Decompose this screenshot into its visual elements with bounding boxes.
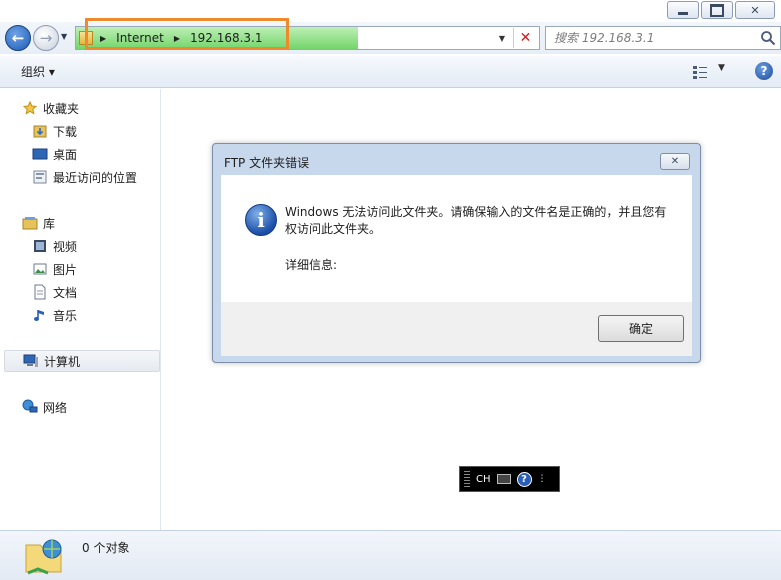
back-button[interactable]: ← — [5, 25, 31, 51]
address-highlight-box — [85, 18, 289, 50]
music-icon — [32, 307, 48, 323]
ime-options-icon[interactable]: ⋮ — [538, 474, 547, 484]
stop-loading-button[interactable]: ✕ — [513, 28, 537, 48]
nav-libraries-label: 库 — [43, 216, 56, 231]
ime-language-indicator[interactable]: CH — [476, 474, 491, 485]
ok-button[interactable]: 确定 — [598, 315, 684, 342]
nav-recent-places-label: 最近访问的位置 — [53, 170, 138, 185]
nav-computer-label: 计算机 — [44, 354, 81, 369]
help-icon[interactable]: ? — [755, 62, 773, 80]
keyboard-icon[interactable] — [496, 474, 511, 484]
minimize-button[interactable] — [667, 1, 699, 19]
star-icon — [22, 100, 38, 116]
item-count: 0 个对象 — [82, 541, 130, 555]
ime-drag-handle[interactable] — [464, 471, 470, 487]
view-options-dropdown-icon[interactable]: ▼ — [718, 63, 725, 73]
dialog-footer: 确定 — [221, 302, 692, 356]
organize-menu-button[interactable]: 组织 ▾ — [21, 56, 55, 88]
nav-libraries[interactable]: 库 — [22, 212, 183, 234]
ime-help-icon[interactable]: ? — [516, 471, 532, 487]
network-icon — [22, 399, 38, 415]
nav-downloads-label: 下载 — [53, 124, 78, 139]
nav-documents-label: 文档 — [53, 285, 78, 300]
nav-music-label: 音乐 — [53, 308, 78, 323]
search-box[interactable]: 搜索 192.168.3.1 — [545, 26, 781, 50]
navigation-pane: 收藏夹 下载 桌面 最近访问的位置 库 视频 图片 文档 音乐 计算机 网络 — [0, 89, 161, 530]
maximize-button[interactable] — [701, 1, 733, 19]
video-icon — [32, 238, 48, 254]
recent-places-icon — [32, 169, 48, 185]
dialog-close-button[interactable]: ✕ — [660, 153, 690, 170]
info-icon: i — [245, 204, 277, 236]
window-controls — [667, 1, 775, 19]
nav-videos-label: 视频 — [53, 239, 78, 254]
forward-button[interactable]: → — [33, 25, 59, 51]
recent-pages-dropdown-icon[interactable]: ▼ — [61, 32, 71, 42]
computer-icon — [23, 353, 39, 369]
dialog-title: FTP 文件夹错误 — [224, 156, 310, 170]
libraries-icon — [22, 215, 38, 231]
downloads-folder-icon — [32, 123, 48, 139]
ime-toolbar: CH ? ⋮ — [459, 466, 560, 492]
change-view-icon[interactable] — [692, 64, 708, 80]
nav-network[interactable]: 网络 — [22, 396, 183, 418]
search-icon[interactable] — [760, 30, 776, 46]
desktop-icon — [32, 146, 48, 162]
nav-desktop-label: 桌面 — [53, 147, 78, 162]
address-history-dropdown-icon[interactable]: ▼ — [495, 27, 509, 49]
details-pane: 0 个对象 — [0, 530, 781, 580]
ftp-error-dialog: FTP 文件夹错误 ✕ i Windows 无法访问此文件夹。请确保输入的文件名… — [212, 143, 701, 363]
network-folder-icon — [25, 539, 62, 575]
command-bar: 组织 ▾ ▼ ? — [0, 56, 781, 88]
close-window-button[interactable] — [735, 1, 775, 19]
nav-favorites-label: 收藏夹 — [43, 101, 80, 116]
dialog-body: i Windows 无法访问此文件夹。请确保输入的文件名是正确的，并且您有权访问… — [221, 175, 692, 302]
search-input[interactable]: 搜索 192.168.3.1 — [554, 27, 654, 49]
nav-favorites[interactable]: 收藏夹 — [22, 97, 183, 119]
nav-computer[interactable]: 计算机 — [4, 350, 160, 372]
documents-icon — [32, 284, 48, 300]
dialog-details-label: 详细信息: — [285, 258, 338, 272]
dialog-message: Windows 无法访问此文件夹。请确保输入的文件名是正确的，并且您有权访问此文… — [285, 205, 667, 236]
nav-network-label: 网络 — [43, 400, 68, 415]
nav-pictures-label: 图片 — [53, 262, 78, 277]
pictures-icon — [32, 261, 48, 277]
